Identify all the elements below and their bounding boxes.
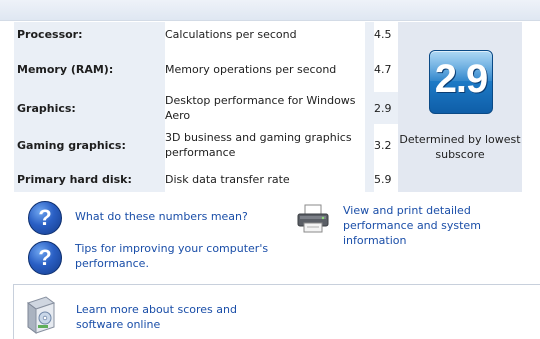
subscore-value: 4.7 xyxy=(374,46,398,92)
subscore-value: 3.2 xyxy=(374,124,398,166)
print-details-link[interactable]: View and print detailed performance and … xyxy=(343,203,540,248)
printer-icon[interactable] xyxy=(296,204,330,234)
score-row-processor: Processor: Calculations per second 4.5 xyxy=(14,22,398,46)
base-score-panel: 2.9 Determined by lowest subscore xyxy=(398,22,522,192)
base-score-value: 2.9 xyxy=(434,57,489,101)
base-score-caption: Determined by lowest subscore xyxy=(399,133,521,161)
base-score-badge: 2.9 xyxy=(429,50,493,114)
component-label: Processor: xyxy=(17,27,83,41)
score-row-gaming-graphics: Gaming graphics: 3D business and gaming … xyxy=(14,124,398,166)
tips-link[interactable]: Tips for improving your computer's perfo… xyxy=(75,241,275,271)
score-row-graphics: Graphics: Desktop performance for Window… xyxy=(14,92,398,124)
subscore-value: 4.5 xyxy=(374,22,398,46)
question-mark-icon[interactable]: ? xyxy=(28,201,62,235)
subscore-table: Processor: Calculations per second 4.5 M… xyxy=(14,22,398,192)
component-description: 3D business and gaming graphics performa… xyxy=(165,124,365,166)
component-label: Gaming graphics: xyxy=(17,138,126,152)
learn-more-link[interactable]: Learn more about scores and software onl… xyxy=(76,302,276,332)
score-row-memory: Memory (RAM): Memory operations per seco… xyxy=(14,46,398,92)
component-description: Desktop performance for Windows Aero xyxy=(165,92,365,124)
subscore-value: 2.9 xyxy=(374,92,398,124)
subscore-value: 5.9 xyxy=(374,166,398,192)
numbers-meaning-link[interactable]: What do these numbers mean? xyxy=(75,209,275,224)
top-band xyxy=(0,0,540,21)
component-description: Disk data transfer rate xyxy=(165,166,365,192)
component-description: Memory operations per second xyxy=(165,46,365,92)
question-mark-icon[interactable]: ? xyxy=(28,241,62,275)
score-row-hard-disk: Primary hard disk: Disk data transfer ra… xyxy=(14,166,398,192)
software-box-icon[interactable] xyxy=(24,295,58,335)
component-label: Memory (RAM): xyxy=(17,62,114,76)
learn-more-box: Learn more about scores and software onl… xyxy=(13,284,540,339)
component-description: Calculations per second xyxy=(165,22,365,46)
component-label: Graphics: xyxy=(17,101,76,115)
component-label: Primary hard disk: xyxy=(17,172,132,186)
